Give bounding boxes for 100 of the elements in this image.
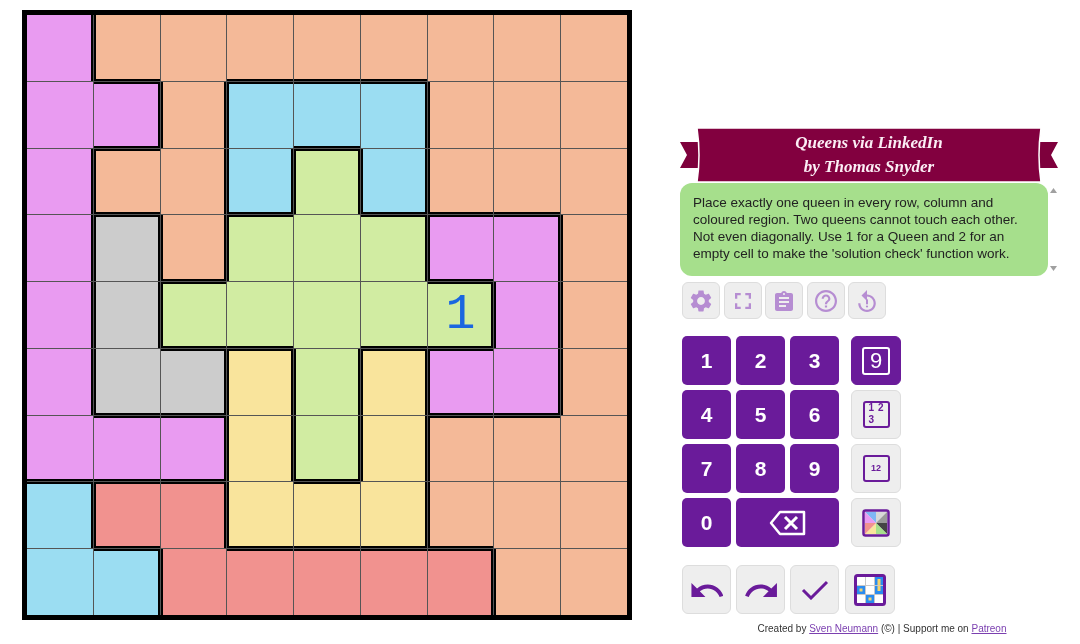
digit-key[interactable]: 4 — [682, 390, 731, 439]
grid-cell[interactable] — [294, 15, 360, 81]
grid-cell[interactable] — [27, 148, 93, 215]
grid-cell[interactable]: 1 — [427, 282, 494, 348]
digit-key[interactable]: 2 — [736, 336, 785, 385]
support-link[interactable]: Patreon — [971, 623, 1007, 634]
grid-cell[interactable] — [227, 215, 294, 282]
digit-key[interactable]: 5 — [736, 390, 785, 439]
grid-cell[interactable] — [227, 282, 294, 348]
grid-cell[interactable] — [93, 482, 160, 549]
grid-cell[interactable] — [494, 415, 561, 482]
clipboard-button[interactable] — [765, 282, 803, 319]
digit-key[interactable]: 9 — [790, 444, 839, 493]
grid-cell[interactable] — [93, 148, 160, 215]
grid-cell[interactable] — [360, 348, 427, 415]
grid-cell[interactable] — [494, 282, 561, 348]
grid-cell[interactable] — [294, 215, 360, 282]
grid-cell[interactable] — [27, 282, 93, 348]
scroll-down-icon[interactable] — [1049, 266, 1057, 271]
fullscreen-button[interactable] — [723, 282, 762, 319]
grid-cell[interactable] — [494, 549, 561, 615]
grid-cell[interactable] — [561, 415, 627, 482]
grid-cell[interactable] — [160, 148, 227, 215]
grid-cell[interactable] — [93, 549, 160, 615]
grid-cell[interactable] — [27, 415, 93, 482]
check-button[interactable] — [790, 565, 839, 614]
grid-cell[interactable] — [93, 415, 160, 482]
grid-cell[interactable] — [93, 15, 160, 81]
digit-key[interactable]: 7 — [682, 444, 731, 493]
grid-cell[interactable] — [93, 81, 160, 148]
mode-button[interactable]: 9 — [851, 336, 901, 385]
grid-cell[interactable] — [561, 482, 627, 549]
backspace-key[interactable] — [736, 498, 839, 547]
grid-cell[interactable] — [227, 549, 294, 615]
grid-cell[interactable] — [561, 282, 627, 348]
grid-cell[interactable] — [427, 482, 494, 549]
grid-cell[interactable] — [360, 282, 427, 348]
grid-cell[interactable] — [561, 549, 627, 615]
grid-cell[interactable] — [427, 215, 494, 282]
grid-cell[interactable] — [360, 15, 427, 81]
grid-cell[interactable] — [160, 549, 227, 615]
undo-button[interactable] — [682, 565, 731, 614]
grid-cell[interactable] — [227, 15, 294, 81]
grid-button[interactable] — [845, 565, 895, 614]
grid-cell[interactable] — [27, 348, 93, 415]
help-button[interactable] — [806, 282, 845, 319]
grid-cell[interactable] — [227, 415, 294, 482]
grid-cell[interactable] — [160, 81, 227, 148]
grid-cell[interactable] — [27, 15, 93, 81]
mode-button[interactable]: 12 — [851, 444, 901, 493]
grid-cell[interactable] — [494, 81, 561, 148]
grid-cell[interactable] — [294, 282, 360, 348]
grid-cell[interactable] — [27, 81, 93, 148]
grid-cell[interactable] — [27, 549, 93, 615]
grid-cell[interactable] — [561, 348, 627, 415]
mode-button[interactable]: 1 2 3 — [851, 390, 901, 439]
grid-cell[interactable] — [561, 81, 627, 148]
grid-cell[interactable] — [494, 15, 561, 81]
grid-cell[interactable] — [227, 348, 294, 415]
grid-cell[interactable] — [294, 482, 360, 549]
grid-cell[interactable] — [360, 482, 427, 549]
digit-key[interactable]: 6 — [790, 390, 839, 439]
grid-cell[interactable] — [360, 549, 427, 615]
grid-cell[interactable] — [360, 148, 427, 215]
grid-cell[interactable] — [160, 15, 227, 81]
author-link[interactable]: Sven Neumann — [809, 623, 879, 634]
grid-cell[interactable] — [561, 215, 627, 282]
grid-cell[interactable] — [227, 482, 294, 549]
grid-cell[interactable] — [160, 482, 227, 549]
grid-cell[interactable] — [294, 81, 360, 148]
grid-cell[interactable] — [227, 148, 294, 215]
grid-cell[interactable] — [427, 15, 494, 81]
grid-cell[interactable] — [427, 549, 494, 615]
grid-cell[interactable] — [360, 81, 427, 148]
grid-cell[interactable] — [160, 282, 227, 348]
grid-cell[interactable] — [27, 215, 93, 282]
grid-cell[interactable] — [93, 348, 160, 415]
grid-cell[interactable] — [360, 215, 427, 282]
grid-cell[interactable] — [494, 482, 561, 549]
grid-cell[interactable] — [427, 148, 494, 215]
grid-cell[interactable] — [294, 549, 360, 615]
mode-button[interactable] — [851, 498, 901, 547]
grid-cell[interactable] — [561, 148, 627, 215]
grid-cell[interactable] — [160, 215, 227, 282]
grid-cell[interactable] — [294, 415, 360, 482]
grid-cell[interactable] — [494, 148, 561, 215]
digit-key[interactable]: 8 — [736, 444, 785, 493]
redo-button[interactable] — [736, 565, 785, 614]
grid-cell[interactable] — [227, 81, 294, 148]
grid-cell[interactable] — [494, 348, 561, 415]
grid-cell[interactable] — [294, 348, 360, 415]
digit-key[interactable]: 1 — [682, 336, 731, 385]
grid-cell[interactable] — [93, 215, 160, 282]
scroll-up-icon[interactable] — [1049, 188, 1057, 193]
grid-cell[interactable] — [160, 348, 227, 415]
grid-cell[interactable] — [494, 215, 561, 282]
grid-cell[interactable] — [427, 348, 494, 415]
grid-cell[interactable] — [294, 148, 360, 215]
grid-cell[interactable] — [427, 415, 494, 482]
grid-cell[interactable] — [561, 15, 627, 81]
